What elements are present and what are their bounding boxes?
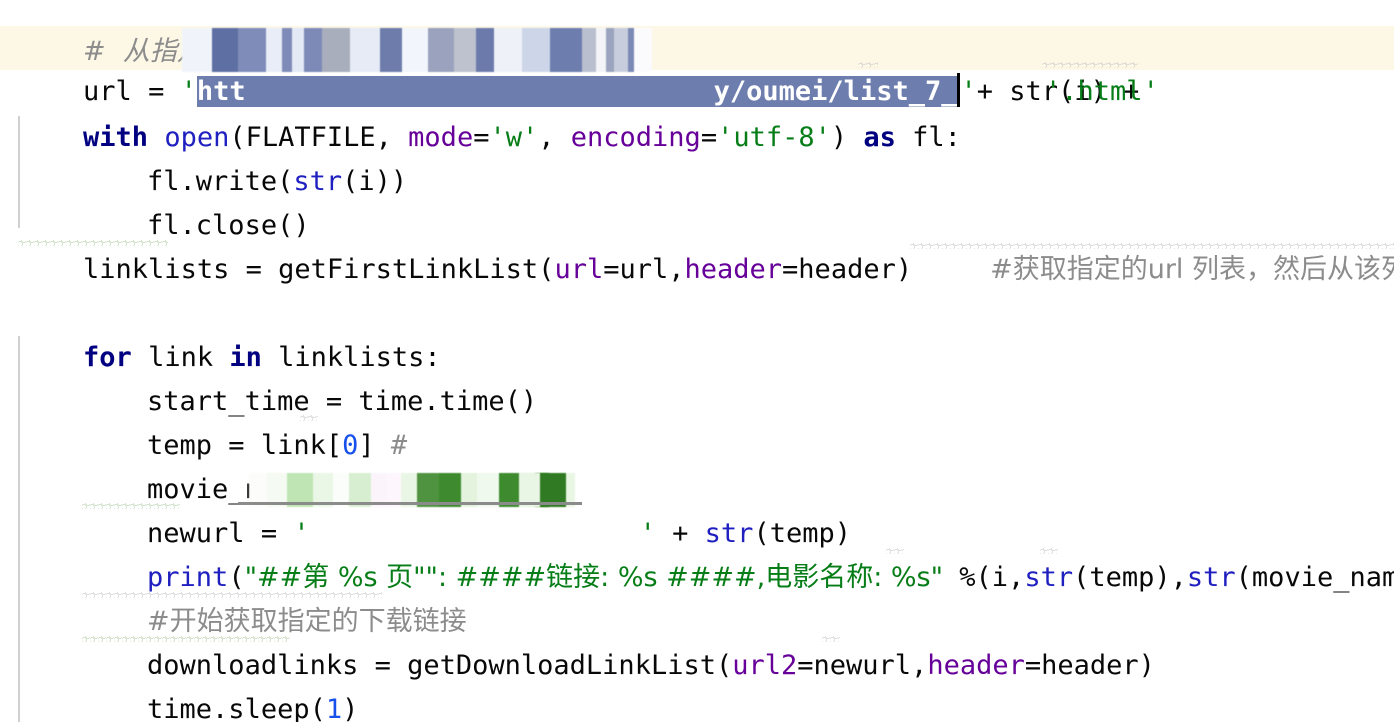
warning-underline bbox=[1042, 62, 1138, 68]
code-line-linklists[interactable]: linklists = getFirstLinkList(url=url,hea… bbox=[0, 204, 1394, 285]
code-editor[interactable]: # 从指定的flag开始下载; url = 'htty/oumei/list_7… bbox=[0, 0, 1394, 722]
code-line-start-time[interactable]: start_time = time.time() bbox=[0, 336, 1394, 417]
warning-underline bbox=[1040, 548, 1058, 554]
code-line-newurl[interactable]: newurl = ' ' + str(temp) bbox=[0, 468, 1394, 549]
redacted-underline bbox=[238, 502, 582, 505]
code-line-with-open[interactable]: with open(FLATFILE, mode='w', encoding='… bbox=[0, 72, 1394, 153]
param-header: header bbox=[684, 254, 783, 285]
spellcheck-underline bbox=[18, 240, 168, 246]
warning-underline bbox=[822, 636, 840, 642]
spellcheck-underline bbox=[82, 636, 290, 642]
code-line-movie-name[interactable]: movie_name = link[1] bbox=[0, 424, 1394, 505]
spellcheck-underline bbox=[82, 503, 180, 509]
warning-underline bbox=[886, 548, 904, 554]
param-url: url bbox=[554, 254, 604, 285]
code-line-time-sleep[interactable]: time.sleep(1) bbox=[0, 644, 1394, 722]
spellcheck-underline bbox=[910, 243, 1394, 249]
code-line-fl-write[interactable]: fl.write(str(i)) bbox=[0, 116, 1394, 197]
comment-text: #获取指定的url 列表，然后从该列表取出 bbox=[990, 254, 1394, 285]
code-line-url-tail[interactable]: '.html' bbox=[0, 26, 1394, 107]
code-line-print-page[interactable]: print("##第 %s 页"": ####链接: %s ####,电影名称:… bbox=[0, 512, 1394, 593]
spellcheck-underline bbox=[82, 592, 382, 598]
code-line-for-loop[interactable]: for link in linklists: bbox=[0, 292, 1394, 373]
code-line-fl-close[interactable]: fl.close() bbox=[0, 160, 1394, 241]
code-line-print-connected[interactable]: print("获取到了连接") bbox=[0, 688, 1394, 722]
warning-underline bbox=[300, 415, 318, 421]
code-line-temp[interactable]: temp = link[0] # bbox=[0, 380, 1394, 461]
